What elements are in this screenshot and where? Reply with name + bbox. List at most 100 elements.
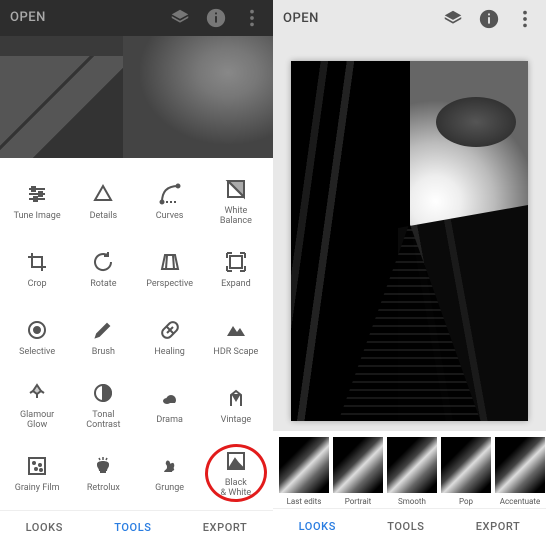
open-button[interactable]: OPEN — [283, 11, 319, 26]
tool-details[interactable]: Details — [70, 168, 136, 236]
phone-left: OPEN Tune Image Details Curves White Balanc… — [0, 0, 273, 544]
tool-healing[interactable]: Healing — [137, 304, 203, 372]
tools-panel: Tune Image Details Curves White Balance Crop… — [0, 158, 273, 510]
tool-label: Selective — [19, 348, 55, 358]
retrolux-icon — [91, 454, 115, 478]
details-icon — [91, 182, 115, 206]
tool-label: Tune Image — [14, 212, 61, 222]
tool-bw[interactable]: Black & White — [203, 440, 269, 508]
curves-icon — [158, 182, 182, 206]
look-label: Smooth — [398, 497, 426, 506]
tool-label: Retrolux — [87, 484, 120, 494]
look-item[interactable]: Last edits — [279, 437, 329, 506]
look-thumb — [333, 437, 383, 493]
look-item[interactable]: Portrait — [333, 437, 383, 506]
tool-retrolux[interactable]: Retrolux — [70, 440, 136, 508]
open-button[interactable]: OPEN — [10, 10, 46, 25]
tool-glamour[interactable]: Glamour Glow — [4, 372, 70, 440]
layers-icon[interactable] — [169, 7, 191, 29]
whitebalance-icon — [224, 177, 248, 201]
hdrscape-icon — [224, 318, 248, 342]
more-icon[interactable] — [241, 7, 263, 29]
look-item[interactable]: Smooth — [387, 437, 437, 506]
photo-preview — [291, 61, 528, 421]
selective-icon — [25, 318, 49, 342]
look-thumb — [279, 437, 329, 493]
info-icon[interactable] — [205, 7, 227, 29]
healing-icon — [158, 318, 182, 342]
more-icon[interactable] — [514, 8, 536, 30]
tool-grunge[interactable]: Grunge — [137, 440, 203, 508]
phone-right: OPEN Last edits Portrait Smooth Pop Accentua… — [273, 0, 546, 544]
tool-rotate[interactable]: Rotate — [70, 236, 136, 304]
look-label: Portrait — [345, 497, 372, 506]
look-label: Last edits — [287, 497, 322, 506]
tab-export[interactable]: EXPORT — [203, 521, 248, 534]
tune-icon — [25, 182, 49, 206]
tool-label: Expand — [221, 280, 251, 290]
tool-hdrscape[interactable]: HDR Scape — [203, 304, 269, 372]
tool-label: Grainy Film — [15, 484, 60, 494]
tool-label: Crop — [28, 280, 47, 290]
layers-icon[interactable] — [442, 8, 464, 30]
crop-icon — [25, 250, 49, 274]
info-icon[interactable] — [478, 8, 500, 30]
image-canvas[interactable] — [273, 37, 546, 431]
tool-tonal[interactable]: Tonal Contrast — [70, 372, 136, 440]
tool-brush[interactable]: Brush — [70, 304, 136, 372]
tab-looks[interactable]: LOOKS — [299, 520, 336, 533]
tool-label: HDR Scape — [213, 348, 258, 358]
bottom-tabs: LOOKS TOOLS EXPORT — [273, 508, 546, 544]
tab-looks[interactable]: LOOKS — [26, 521, 63, 534]
look-thumb — [441, 437, 491, 493]
rotate-icon — [91, 250, 115, 274]
look-thumb — [495, 437, 545, 493]
tool-label: Details — [90, 212, 118, 222]
looks-strip[interactable]: Last editsPortraitSmoothPopAccentuateFac — [273, 431, 546, 508]
tool-selective[interactable]: Selective — [4, 304, 70, 372]
tool-label: Brush — [92, 348, 115, 358]
tool-label: Grunge — [155, 484, 184, 494]
glamour-icon — [25, 381, 49, 405]
tool-perspective[interactable]: Perspective — [137, 236, 203, 304]
brush-icon — [91, 318, 115, 342]
tool-label: Black & White — [221, 479, 252, 499]
tool-vintage[interactable]: Vintage — [203, 372, 269, 440]
header: OPEN — [273, 0, 546, 37]
expand-icon — [224, 250, 248, 274]
tab-tools[interactable]: TOOLS — [114, 521, 151, 534]
image-canvas-dimmed — [0, 36, 273, 158]
look-item[interactable]: Pop — [441, 437, 491, 506]
tool-tune[interactable]: Tune Image — [4, 168, 70, 236]
header: OPEN — [0, 0, 273, 36]
tool-label: Vintage — [221, 416, 252, 426]
tab-export[interactable]: EXPORT — [476, 520, 521, 533]
bw-icon — [224, 449, 248, 473]
grainy-icon — [25, 454, 49, 478]
tool-label: Tonal Contrast — [86, 411, 120, 431]
tool-grainy[interactable]: Grainy Film — [4, 440, 70, 508]
tool-label: Glamour Glow — [20, 411, 54, 431]
tab-tools[interactable]: TOOLS — [387, 520, 424, 533]
perspective-icon — [158, 250, 182, 274]
tool-label: Drama — [156, 416, 182, 426]
tool-label: Healing — [154, 348, 185, 358]
look-label: Pop — [459, 497, 473, 506]
look-thumb — [387, 437, 437, 493]
tool-whitebalance[interactable]: White Balance — [203, 168, 269, 236]
grunge-icon — [158, 454, 182, 478]
tool-label: Rotate — [90, 280, 116, 290]
tool-curves[interactable]: Curves — [137, 168, 203, 236]
tool-drama[interactable]: Drama — [137, 372, 203, 440]
vintage-icon — [224, 386, 248, 410]
tool-label: Perspective — [146, 280, 193, 290]
bottom-tabs: LOOKS TOOLS EXPORT — [0, 510, 273, 544]
tool-crop[interactable]: Crop — [4, 236, 70, 304]
tool-label: Curves — [156, 212, 184, 222]
tool-expand[interactable]: Expand — [203, 236, 269, 304]
look-label: Accentuate — [500, 497, 541, 506]
look-item[interactable]: Accentuate — [495, 437, 545, 506]
drama-icon — [158, 386, 182, 410]
tool-label: White Balance — [220, 207, 252, 227]
tonal-icon — [91, 381, 115, 405]
